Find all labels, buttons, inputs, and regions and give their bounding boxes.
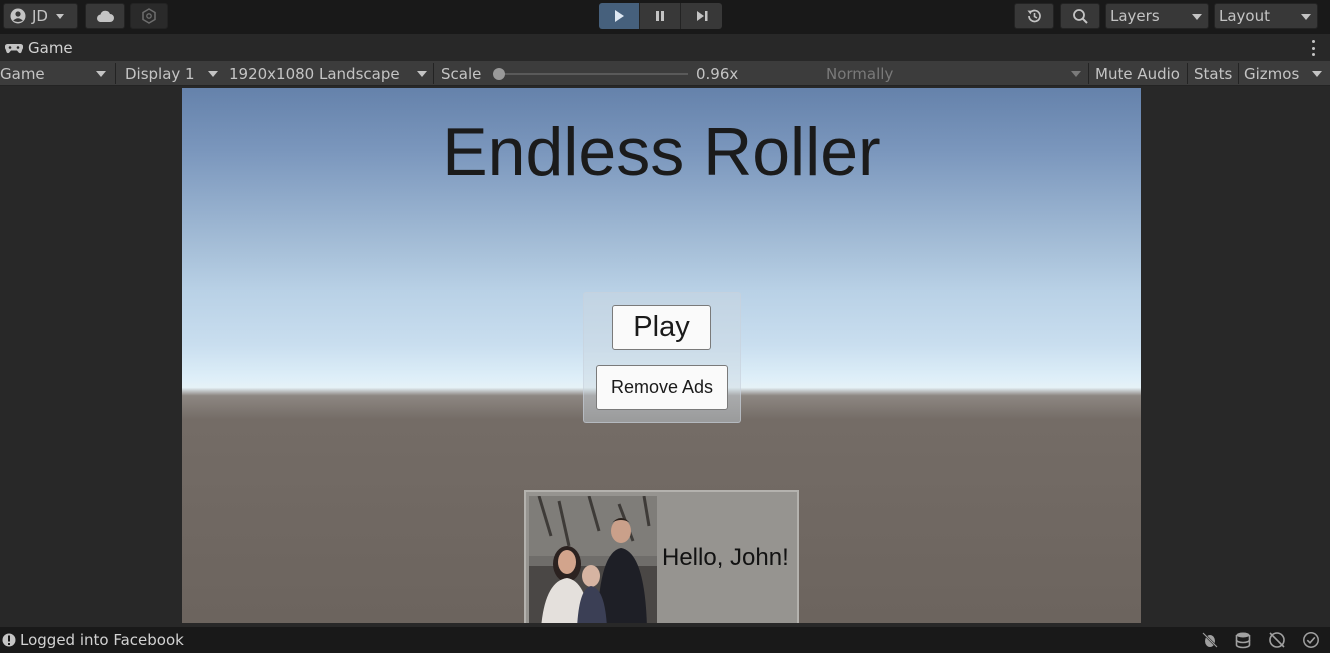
resolution-dropdown[interactable]: 1920x1080 Landscape [229,61,431,86]
chevron-down-icon [208,71,218,77]
scale-slider-thumb[interactable] [493,68,505,80]
mute-audio-toggle[interactable]: Mute Audio [1095,61,1180,86]
gamepad-icon [5,43,23,54]
step-icon [696,11,707,21]
tab-game[interactable]: Game [0,39,73,57]
search-button[interactable] [1060,3,1100,29]
cloud-button[interactable] [85,3,125,29]
collab-button[interactable] [130,3,168,29]
chevron-down-icon [1312,71,1322,77]
pause-button[interactable] [640,3,681,29]
chevron-down-icon [1301,14,1311,20]
scale-value-text: 0.96x [696,64,739,83]
layers-dropdown[interactable]: Layers [1105,3,1209,29]
game-render[interactable]: Endless Roller Play Remove Ads Hello, Jo… [182,88,1141,623]
status-bar: Logged into Facebook [0,627,1330,653]
cloud-icon [97,10,114,22]
play-game-button[interactable]: Play [612,305,711,350]
divider [115,63,116,84]
remove-ads-button[interactable]: Remove Ads [596,365,728,410]
more-options-icon[interactable] [1312,40,1316,56]
main-menu-panel: Play Remove Ads [583,292,741,423]
play-icon [615,10,624,22]
display-dropdown[interactable]: Display 1 [125,61,221,86]
divider [1187,63,1188,84]
game-tab-bar: Game [0,36,1330,60]
layers-label: Layers [1110,7,1160,25]
stats-toggle[interactable]: Stats [1194,61,1232,86]
pause-icon [656,11,664,21]
history-icon [1027,9,1041,23]
profile-photo [529,496,657,623]
play-mode-dropdown[interactable]: Normally [826,61,1084,86]
chevron-down-icon [1071,71,1081,77]
account-label: JD [32,7,48,25]
cache-server-icon[interactable] [1234,631,1252,649]
playmode-controls [599,3,722,29]
chevron-down-icon [96,71,106,77]
step-button[interactable] [681,3,722,29]
view-label: Game [0,64,45,83]
account-icon [10,8,26,24]
chevron-down-icon [55,13,64,19]
game-title: Endless Roller [442,114,881,190]
divider [433,63,434,84]
main-toolbar: JD Layers Layout [0,0,1330,34]
mute-audio-label: Mute Audio [1095,64,1180,83]
view-dropdown[interactable]: Game [0,61,112,86]
layout-label: Layout [1219,7,1270,25]
chevron-down-icon [1192,14,1202,20]
check-circle-icon[interactable] [1302,631,1320,649]
status-message[interactable]: Logged into Facebook [20,631,184,649]
history-button[interactable] [1014,3,1054,29]
facebook-profile-panel: Hello, John! [524,490,799,623]
play-button[interactable] [599,3,640,29]
display-label: Display 1 [125,64,195,83]
scale-label: Scale [441,61,481,86]
scale-value: 0.96x [696,61,738,86]
scale-label-text: Scale [441,64,482,83]
stats-label: Stats [1194,64,1233,83]
account-dropdown[interactable]: JD [3,3,78,29]
gizmos-dropdown[interactable]: Gizmos [1244,61,1330,86]
info-icon [2,633,16,647]
scale-slider-track [495,73,688,75]
divider [1238,63,1239,84]
divider [1088,63,1089,84]
search-icon [1072,8,1088,24]
greeting-text: Hello, John! [662,544,789,571]
debug-bug-icon[interactable] [1201,631,1219,649]
collab-icon [142,8,156,24]
scale-slider[interactable] [493,68,688,80]
gizmos-label: Gizmos [1244,64,1300,83]
tab-game-label: Game [28,39,73,57]
chevron-down-icon [417,71,427,77]
layout-dropdown[interactable]: Layout [1214,3,1318,29]
resolution-label: 1920x1080 Landscape [229,64,400,83]
play-mode-label: Normally [826,64,894,83]
network-off-icon[interactable] [1268,631,1286,649]
